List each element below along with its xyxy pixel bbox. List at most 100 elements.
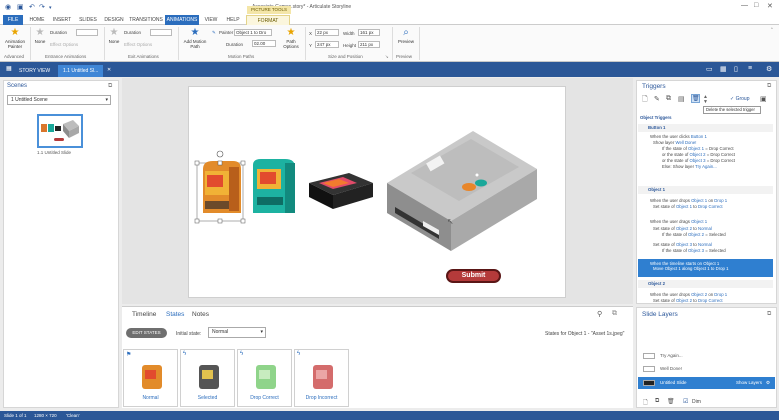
tab-timeline[interactable]: Timeline <box>132 311 156 318</box>
tab-notes[interactable]: Notes <box>192 311 209 318</box>
trigger-row[interactable]: Show layer Well Done! <box>638 140 773 145</box>
section-object-1[interactable]: Object 1 <box>638 186 773 194</box>
new-layer-icon[interactable]: 🗋 <box>643 398 648 408</box>
tab-home[interactable]: HOME <box>27 15 47 25</box>
paste-trigger-icon[interactable]: ▤ <box>678 95 685 103</box>
layer-row-base[interactable]: Untitled Slide Show Layers ⚙ <box>638 377 775 389</box>
object-2-asset[interactable] <box>249 157 299 219</box>
height-field[interactable]: 211 px <box>358 41 380 48</box>
edit-states-button[interactable]: EDIT STATES <box>126 328 167 338</box>
object-3-asset[interactable] <box>305 171 377 213</box>
section-object-2[interactable]: Object 2 <box>638 280 773 288</box>
game-console-drop-target[interactable] <box>381 125 543 255</box>
submit-button[interactable]: Submit <box>446 269 501 283</box>
undock-icon[interactable]: ⧉ <box>767 83 771 90</box>
state-card-selected[interactable]: ϟ Selected <box>180 349 235 407</box>
initial-state-select[interactable]: Normal ▾ <box>208 327 266 338</box>
trigger-row[interactable]: Set state of Object 1 to Drop Correct <box>638 204 773 209</box>
exit-duration-field[interactable] <box>150 29 172 36</box>
story-view-tab[interactable]: STORY VIEW <box>14 65 55 77</box>
tab-insert[interactable]: INSERT <box>50 15 74 25</box>
save-icon[interactable]: ▣ <box>17 3 24 11</box>
copy-trigger-icon[interactable]: ⧉ <box>666 95 671 103</box>
trigger-row[interactable]: When the user clicks Button 1 <box>638 134 773 139</box>
trigger-row[interactable]: or the state of Object 3 = Drop Correct <box>638 158 773 163</box>
slide-tab[interactable]: 1.1 Untitled Sl... <box>58 65 104 77</box>
object-1-asset[interactable] <box>193 149 247 225</box>
trigger-row[interactable]: When the user drops Object 2 on Drop 1 <box>638 292 773 297</box>
section-button-1[interactable]: Button 1 <box>638 124 773 132</box>
group-button[interactable]: ✓ Group <box>730 96 750 102</box>
redo-icon[interactable]: ↷ <box>39 3 45 11</box>
tab-transitions[interactable]: TRANSITIONS <box>129 15 163 25</box>
exit-effect-options[interactable]: Effect Options <box>124 42 152 47</box>
animation-painter-button[interactable]: ★ Animation Painter <box>2 27 28 49</box>
close-tab-icon[interactable]: ✕ <box>107 67 111 73</box>
undock-icon[interactable]: ⧉ <box>767 311 771 318</box>
delete-layer-icon[interactable]: 🗑 <box>667 398 675 405</box>
tab-view[interactable]: VIEW <box>202 15 220 25</box>
show-layers-label[interactable]: Show Layers <box>736 377 762 389</box>
motion-duration-field[interactable]: 02.00 <box>252 40 276 47</box>
trigger-row-selected[interactable]: When the timeline starts on Object 1 Mov… <box>638 259 773 277</box>
tab-animations[interactable]: ANIMATIONS <box>165 15 199 25</box>
tab-states[interactable]: States <box>166 311 184 318</box>
slide-canvas[interactable]: ↖ <box>188 86 566 298</box>
gear-icon[interactable]: ⚙ <box>766 377 770 389</box>
duplicate-layer-icon[interactable]: ⧉ <box>655 398 659 405</box>
entrance-none-button[interactable]: ★ None <box>33 27 47 44</box>
state-card-normal[interactable]: ⚑ Normal <box>123 349 178 407</box>
tab-help[interactable]: HELP <box>223 15 243 25</box>
trigger-row[interactable]: Set state of Object 3 to Normal <box>638 242 773 247</box>
maximize-icon[interactable]: □ <box>754 2 758 9</box>
trigger-row[interactable]: If the state of Object 1 = Drop Correct <box>638 146 773 151</box>
trigger-row[interactable]: When the user drags Object 1 <box>638 219 773 224</box>
path-options-button[interactable]: ★ Path Options <box>280 27 302 49</box>
checkbox-checked-icon[interactable]: ☑ <box>683 398 688 405</box>
move-down-icon[interactable]: ▼ <box>703 99 708 105</box>
view-normal-icon[interactable]: ▭ <box>706 65 713 73</box>
layer-row-try-again[interactable]: Try Again... <box>638 350 775 362</box>
states-format-icon[interactable]: ⚲ <box>597 310 602 318</box>
dialog-launcher-icon[interactable]: ↘ <box>385 54 389 60</box>
exit-none-button[interactable]: ★ None <box>107 27 121 44</box>
trigger-row[interactable]: or the state of Object 2 = Drop Correct <box>638 152 773 157</box>
state-card-drop-incorrect[interactable]: ϟ Drop Incorrect <box>294 349 349 407</box>
add-motion-path-button[interactable]: ★ Add Motion Path <box>181 27 209 49</box>
view-grid-icon[interactable]: ▦ <box>720 65 727 73</box>
close-icon[interactable]: ✕ <box>767 2 773 10</box>
trigger-row[interactable]: Set state of Object 2 to Drop Correct <box>638 298 773 303</box>
scene-select[interactable]: 1 Untitled Scene ▾ <box>7 95 111 105</box>
layer-row-well-done[interactable]: Well Done! <box>638 363 775 375</box>
y-field[interactable]: 247 px <box>315 41 339 48</box>
qat-dropdown-icon[interactable]: ▾ <box>49 5 52 11</box>
entrance-duration-field[interactable] <box>76 29 98 36</box>
collapse-ribbon-icon[interactable]: ⌃ <box>770 27 774 33</box>
new-trigger-icon[interactable]: 🗋 <box>642 95 648 106</box>
trigger-row[interactable]: If the state of Object 2 = Selected <box>638 232 773 237</box>
tab-file[interactable]: FILE <box>3 15 23 25</box>
slide-thumbnail[interactable] <box>37 114 83 148</box>
settings-icon[interactable]: ⚙ <box>766 65 772 73</box>
trigger-row[interactable]: Set state of Object 2 to Normal <box>638 226 773 231</box>
minimize-icon[interactable]: — <box>741 2 748 9</box>
tab-design[interactable]: DESIGN <box>102 15 126 25</box>
trigger-view-icon[interactable]: ▣ <box>760 95 767 103</box>
undock-icon[interactable]: ⧉ <box>108 83 112 90</box>
entrance-effect-options[interactable]: Effect Options <box>50 42 78 47</box>
motion-object-dropdown[interactable]: Object 1 to Dro <box>234 29 272 36</box>
painter-label[interactable]: Painter <box>219 30 233 35</box>
trigger-row[interactable]: Else: Show layer Try Again... <box>638 164 773 169</box>
width-field[interactable]: 161 px <box>358 29 380 36</box>
delete-trigger-icon[interactable]: 🗑 <box>691 94 700 103</box>
x-field[interactable]: 22 px <box>315 29 339 36</box>
undock-icon[interactable]: ⧉ <box>612 310 617 318</box>
trigger-row[interactable]: When the user drops Object 1 on Drop 1 <box>638 198 773 203</box>
edit-trigger-icon[interactable]: ✎ <box>654 95 660 103</box>
view-list-icon[interactable]: ≡ <box>748 65 752 72</box>
preview-button[interactable]: ⌕ Preview <box>396 27 416 44</box>
tab-format[interactable]: FORMAT <box>246 15 290 25</box>
view-phone-icon[interactable]: ▯ <box>734 65 738 73</box>
trigger-row[interactable]: If the state of Object 3 = Selected <box>638 248 773 253</box>
tab-slides[interactable]: SLIDES <box>77 15 99 25</box>
